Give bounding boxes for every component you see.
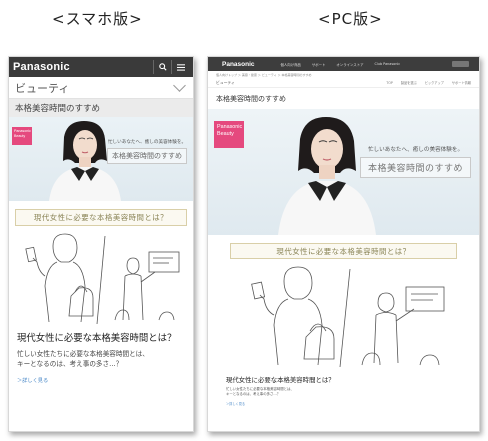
breadcrumb[interactable]: 個人向けトップ ＞ 美容・健康 ＞ ビューティ ＞ 本格美容時間のすすめ [208, 71, 479, 78]
pc-hero-tagline: 忙しいあなたへ、癒しの美容体験を。 [367, 147, 464, 153]
pc-illustration [238, 265, 449, 369]
subnav-support[interactable]: サポート情報 [452, 80, 471, 85]
sp-article-title[interactable]: 現代女性に必要な本格美容時間とは？ [17, 330, 185, 344]
smartphone-screenshot: Panasonic ビューティ 本格美容時間のすすめ Panasonic Bea… [8, 56, 194, 432]
panasonic-beauty-badge: Panasonic Beauty [12, 127, 32, 145]
pc-read-more-link[interactable]: ＞詳しく見る [226, 401, 461, 406]
panasonic-beauty-badge: Panasonic Beauty [214, 121, 244, 148]
search-input[interactable] [452, 61, 469, 67]
sp-article-line2: キーとなるのは、考え事の多さ…？ [17, 360, 123, 369]
pc-hero-headline: 本格美容時間のすすめ [359, 157, 471, 178]
sp-category-label: ビューティ [15, 81, 70, 95]
pc-header: Panasonic 個人向け商品 サポート オンラインストア Club Pana… [208, 57, 479, 71]
smartphone-caption: <スマホ版> [52, 10, 143, 28]
woman-illustration [25, 233, 180, 325]
sp-header: Panasonic [9, 57, 193, 77]
pc-sub-nav: ビューティ TOP 製品を選ぶ ビックアップ サポート情報 [208, 78, 479, 88]
subnav-pickup[interactable]: ビックアップ [425, 80, 444, 85]
pc-hero-copy: 忙しいあなたへ、癒しの美容体験を。 本格美容時間のすすめ [359, 145, 471, 178]
chevron-down-icon[interactable] [173, 79, 186, 92]
hamburger-icon[interactable] [171, 60, 189, 74]
sp-article-body: 忙しい女性たちに必要な本格美容時間とは、 キーとなるのは、考え事の多さ…？ [17, 349, 185, 369]
panasonic-logo[interactable]: Panasonic [222, 61, 255, 68]
pc-category-label: ビューティ [216, 79, 235, 85]
pc-global-nav: 個人向け商品 サポート オンラインストア Club Panasonic [281, 62, 412, 67]
sp-illustration [19, 232, 183, 326]
pc-section-banner: 現代女性に必要な本格美容時間とは？ [230, 243, 457, 259]
subnav-choose[interactable]: 製品を選ぶ [401, 80, 417, 85]
sp-page-title: 本格美容時間のすすめ [9, 99, 193, 117]
pc-page-title: 本格美容時間のすすめ [216, 95, 286, 103]
woman-illustration [251, 266, 445, 368]
panasonic-logo[interactable]: Panasonic [13, 61, 70, 73]
nav-item-store[interactable]: オンラインストア [336, 62, 363, 67]
nav-item-support[interactable]: サポート [312, 62, 326, 67]
sp-article-line1: 忙しい女性たちに必要な本格美容時間とは、 [17, 350, 149, 358]
sp-hero-tagline: 忙しいあなたへ、癒しの美容体験を。 [107, 140, 187, 145]
sp-hero-headline: 本格美容時間のすすめ [107, 148, 187, 164]
nav-item-products[interactable]: 個人向け商品 [281, 62, 301, 67]
pc-article-body: 忙しい女性たちに必要な本格美容時間とは、 キーとなるのは、考え事の多さ…？ [226, 387, 461, 398]
sp-section-banner: 現代女性に必要な本格美容時間とは？ [15, 209, 187, 226]
pc-hero-image: Panasonic Beauty 忙しいあなたへ、癒しの美容体験を。 本格美容時… [208, 109, 479, 235]
nav-item-club[interactable]: Club Panasonic [374, 62, 400, 67]
pc-screenshot: Panasonic 個人向け商品 サポート オンラインストア Club Pana… [207, 56, 480, 432]
pc-article-title[interactable]: 現代女性に必要な本格美容時間とは？ [226, 375, 461, 384]
subnav-top[interactable]: TOP [386, 81, 392, 85]
sp-read-more-link[interactable]: ＞詳しく見る [17, 377, 185, 384]
pc-article-line2: キーとなるのは、考え事の多さ…？ [226, 392, 281, 397]
sp-hero-image: Panasonic Beauty 忙しいあなたへ、癒しの美容体験を。 本格美容時… [9, 117, 193, 201]
pc-caption: <PC版> [318, 10, 383, 28]
search-icon[interactable] [153, 60, 171, 74]
sp-hero-copy: 忙しいあなたへ、癒しの美容体験を。 本格美容時間のすすめ [107, 139, 187, 164]
sp-category-menu[interactable]: ビューティ [9, 77, 193, 99]
